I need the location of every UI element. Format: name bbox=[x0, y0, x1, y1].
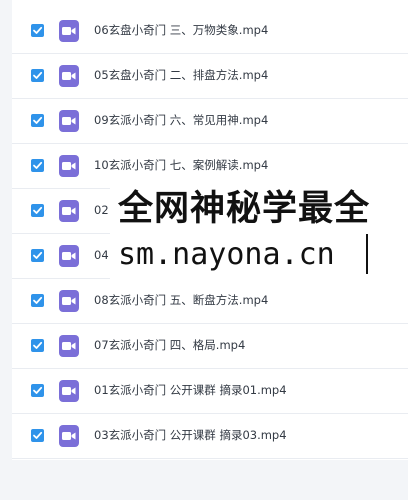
video-file-icon bbox=[59, 20, 79, 42]
file-row[interactable]: 03玄派小奇门 公开课群 摘录03.mp4 bbox=[12, 414, 408, 459]
previous-row-edge bbox=[12, 0, 312, 6]
row-checkbox[interactable] bbox=[31, 114, 44, 127]
file-name[interactable]: 02 bbox=[94, 202, 109, 218]
file-name[interactable]: 01玄派小奇门 公开课群 摘录01.mp4 bbox=[94, 382, 287, 398]
row-checkbox[interactable] bbox=[31, 429, 44, 442]
file-row[interactable]: 05玄盘小奇门 二、排盘方法.mp4 bbox=[12, 54, 408, 99]
file-name[interactable]: 10玄派小奇门 七、案例解读.mp4 bbox=[94, 157, 268, 173]
watermark-url: sm.nayona.cn bbox=[118, 237, 335, 272]
row-checkbox[interactable] bbox=[31, 24, 44, 37]
video-file-icon bbox=[59, 290, 79, 312]
watermark-overlay: 全网神秘学最全 sm.nayona.cn bbox=[110, 182, 408, 286]
row-checkbox[interactable] bbox=[31, 69, 44, 82]
row-checkbox[interactable] bbox=[31, 294, 44, 307]
video-file-icon bbox=[59, 335, 79, 357]
file-name[interactable]: 03玄派小奇门 公开课群 摘录03.mp4 bbox=[94, 427, 287, 443]
video-file-icon bbox=[59, 155, 79, 177]
file-name[interactable]: 04 bbox=[94, 247, 109, 263]
text-cursor bbox=[366, 234, 368, 274]
file-row[interactable]: 06玄盘小奇门 三、万物类象.mp4 bbox=[12, 9, 408, 54]
file-row[interactable]: 09玄派小奇门 六、常见用神.mp4 bbox=[12, 99, 408, 144]
video-file-icon bbox=[59, 380, 79, 402]
file-row[interactable]: 01玄派小奇门 公开课群 摘录01.mp4 bbox=[12, 369, 408, 414]
video-file-icon bbox=[59, 200, 79, 222]
row-checkbox[interactable] bbox=[31, 339, 44, 352]
file-name[interactable]: 09玄派小奇门 六、常见用神.mp4 bbox=[94, 112, 268, 128]
file-name[interactable]: 06玄盘小奇门 三、万物类象.mp4 bbox=[94, 22, 268, 38]
video-file-icon bbox=[59, 245, 79, 267]
file-name[interactable]: 05玄盘小奇门 二、排盘方法.mp4 bbox=[94, 67, 268, 83]
file-name[interactable]: 08玄派小奇门 五、断盘方法.mp4 bbox=[94, 292, 268, 308]
video-file-icon bbox=[59, 425, 79, 447]
video-file-icon bbox=[59, 110, 79, 132]
row-checkbox[interactable] bbox=[31, 384, 44, 397]
row-checkbox[interactable] bbox=[31, 249, 44, 262]
watermark-title: 全网神秘学最全 bbox=[118, 189, 371, 229]
row-checkbox[interactable] bbox=[31, 159, 44, 172]
file-row[interactable]: 07玄派小奇门 四、格局.mp4 bbox=[12, 324, 408, 369]
video-file-icon bbox=[59, 65, 79, 87]
row-checkbox[interactable] bbox=[31, 204, 44, 217]
file-name[interactable]: 07玄派小奇门 四、格局.mp4 bbox=[94, 337, 245, 353]
